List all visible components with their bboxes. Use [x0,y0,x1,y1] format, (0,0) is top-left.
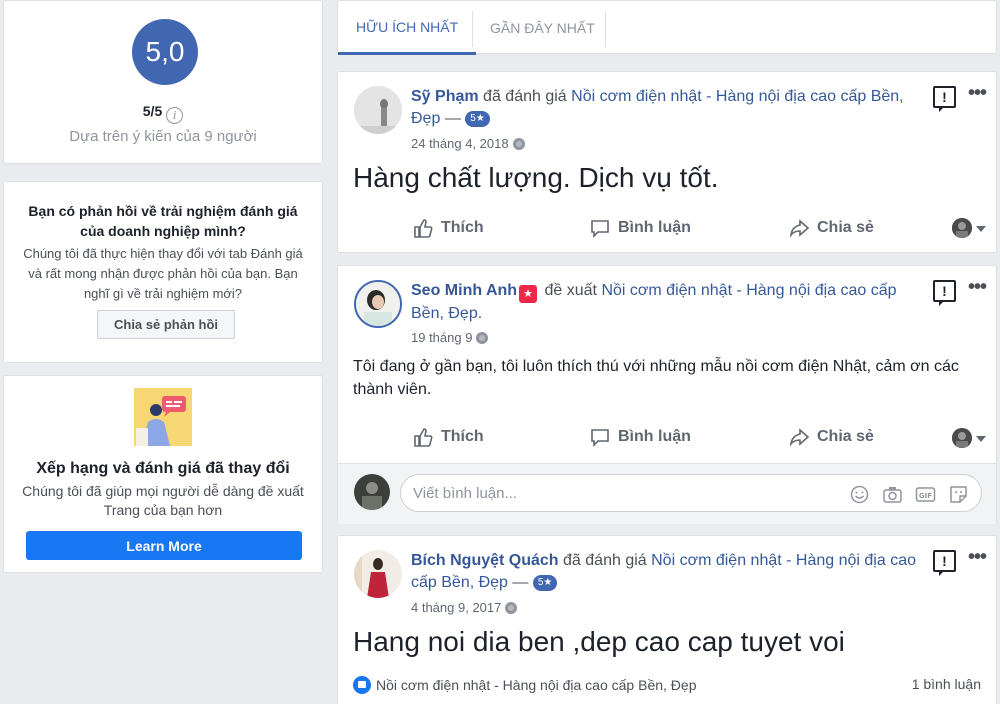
separator: — [444,110,461,127]
feedback-card: Bạn có phản hồi về trải nghiệm đánh giá … [3,181,323,363]
avatar[interactable] [354,280,402,328]
like-icon [414,428,433,447]
report-icon[interactable]: ! [933,86,956,112]
like-label: Thích [441,219,484,236]
tab-most-recent[interactable]: GẦN ĐÂY NHẤT [472,1,613,55]
share-icon [789,428,810,447]
share-feedback-button[interactable]: Chia sẻ phản hồi [97,310,235,339]
share-icon [789,219,810,238]
more-options-icon[interactable]: ••• [968,276,987,299]
review-tabs: HỮU ÍCH NHẤT GẦN ĐÂY NHẤT [337,0,997,55]
rating-out-of: 5/5 [142,103,163,119]
rating-score-line: 5/5 i [4,103,322,124]
report-icon[interactable]: ! [933,550,956,576]
rating-summary-card: 5,0 5/5 i Dựa trên ý kiến của 9 người [3,0,323,164]
review-text: Hang noi dia ben ,dep cao cap tuyet voi [353,626,845,657]
more-options-icon[interactable]: ••• [968,82,987,105]
comment-composer: Viết bình luận... GIF [338,463,996,524]
like-summary[interactable]: Nồi cơm điện nhật - Hàng nội địa cao cấp… [353,676,696,694]
post-date[interactable]: 24 tháng 4, 2018 [411,136,509,151]
post-date-line: 24 tháng 4, 2018 [411,136,525,151]
avatar[interactable] [354,550,402,598]
more-options-icon[interactable]: ••• [968,546,987,569]
review-post: Sỹ Phạm đã đánh giá Nồi cơm điện nhật - … [337,71,997,253]
post-verb: đã đánh giá [483,88,567,105]
ratings-changed-card: Xếp hạng và đánh giá đã thay đổi Chúng t… [3,375,323,573]
emoji-icon[interactable] [849,484,870,505]
comment-icon [591,220,609,238]
chevron-down-icon[interactable] [976,436,986,442]
ratings-illustration-icon [134,388,192,446]
post-date-line: 19 tháng 9 [411,330,489,345]
comment-count[interactable]: 1 bình luận [912,676,981,692]
post-verb: đã đánh giá [563,552,647,569]
separator: — [512,574,529,591]
svg-text:GIF: GIF [919,492,932,500]
post-header: Bích Nguyệt Quách đã đánh giá Nồi cơm đi… [411,550,918,594]
comment-label: Bình luận [618,428,691,445]
comment-input[interactable]: Viết bình luận... GIF [400,474,982,512]
ratings-changed-title: Xếp hạng và đánh giá đã thay đổi [36,460,290,477]
rating-based-on: Dựa trên ý kiến của 9 người [69,128,257,145]
comment-button[interactable]: Bình luận [589,217,691,239]
review-text: Tôi đang ở gần bạn, tôi luôn thích thú v… [353,358,959,398]
feedback-title: Bạn có phản hồi về trải nghiệm đánh giá … [28,203,298,239]
comment-button[interactable]: Bình luận [589,426,691,448]
share-button[interactable]: Chia sẻ [788,426,874,448]
comment-placeholder: Viết bình luận... [413,484,517,502]
like-reaction-icon [353,676,371,694]
post-date[interactable]: 19 tháng 9 [411,330,472,345]
globe-icon [476,332,489,344]
avatar[interactable] [354,474,390,510]
info-icon[interactable]: i [166,107,184,124]
tab-divider [605,11,606,47]
viewer-avatar[interactable] [952,218,972,238]
review-post: Bích Nguyệt Quách đã đánh giá Nồi cơm đi… [337,535,997,704]
learn-more-button[interactable]: Learn More [26,531,302,560]
rating-badge: 5★ [532,575,558,591]
post-date[interactable]: 4 tháng 9, 2017 [411,600,501,615]
avatar[interactable] [354,86,402,134]
like-label: Thích [441,428,484,445]
rating-score-circle: 5,0 [132,19,198,85]
share-label: Chia sẻ [817,428,874,445]
gif-icon[interactable]: GIF [915,484,936,505]
sticker-icon[interactable] [948,484,969,505]
post-header: Seo Minh Anh ★ đề xuất Nồi cơm điện nhật … [411,280,918,325]
author-name[interactable]: Bích Nguyệt Quách [411,552,559,569]
comment-icon [591,429,609,447]
post-header: Sỹ Phạm đã đánh giá Nồi cơm điện nhật - … [411,86,918,130]
ratings-changed-body: Chúng tôi đã giúp mọi người dễ dàng đề x… [22,483,304,518]
like-icon [414,219,433,238]
tab-most-helpful[interactable]: HỮU ÍCH NHẤT [338,1,477,55]
liked-page-name: Nồi cơm điện nhật - Hàng nội địa cao cấp… [376,677,697,693]
camera-icon[interactable] [882,484,903,505]
post-date-line: 4 tháng 9, 2017 [411,600,518,615]
viewer-avatar[interactable] [952,428,972,448]
author-name[interactable]: Seo Minh Anh [411,282,517,299]
comment-tools: GIF [849,484,969,505]
post-verb: đề xuất [544,282,597,299]
feedback-body: Chúng tôi đã thực hiện thay đổi với tab … [23,246,303,301]
review-text: Hàng chất lượng. Dịch vụ tốt. [353,162,719,193]
like-button[interactable]: Thích [412,217,484,239]
chevron-down-icon[interactable] [976,226,986,232]
report-icon[interactable]: ! [933,280,956,306]
review-post: Seo Minh Anh ★ đề xuất Nồi cơm điện nhật … [337,265,997,524]
like-button[interactable]: Thích [412,426,484,448]
share-label: Chia sẻ [817,219,874,236]
share-button[interactable]: Chia sẻ [788,217,874,239]
recommend-icon: ★ [519,285,538,303]
globe-icon [512,138,525,150]
author-name[interactable]: Sỹ Phạm [411,88,479,105]
rating-badge: 5★ [465,111,490,127]
comment-label: Bình luận [618,219,691,236]
globe-icon [505,602,518,614]
